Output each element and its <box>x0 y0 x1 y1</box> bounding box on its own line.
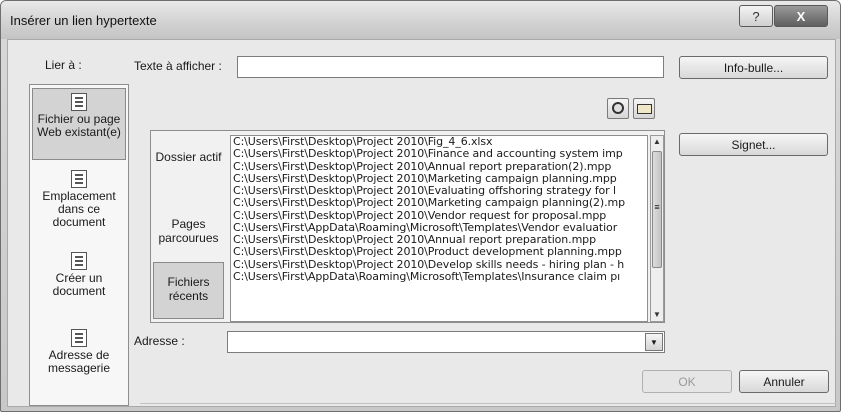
browse-web-button[interactable] <box>607 98 629 119</box>
address-label: Adresse : <box>134 334 185 348</box>
link-option-email-address[interactable]: Adresse de messagerie <box>32 327 126 377</box>
list-item[interactable]: C:\Users\First\Desktop\Project 2010\Annu… <box>231 234 647 246</box>
list-item[interactable]: C:\Users\First\Desktop\Project 2010\Prod… <box>231 246 647 258</box>
browse-file-icon <box>637 104 652 114</box>
link-option-create-document[interactable]: Créer un document <box>32 250 126 300</box>
text-to-display-label: Texte à afficher : <box>134 59 222 73</box>
scroll-up-icon[interactable]: ▲ <box>651 136 663 148</box>
screentip-button[interactable]: Info-bulle... <box>679 56 828 79</box>
list-item[interactable]: C:\Users\First\Desktop\Project 2010\Annu… <box>231 161 647 173</box>
link-to-label: Lier à : <box>45 58 82 72</box>
title-bar: Insérer un lien hypertexte ? X <box>1 1 840 39</box>
list-item[interactable]: C:\Users\First\AppData\Roaming\Microsoft… <box>231 222 647 234</box>
link-to-panel: Fichier ou page Web existant(e) Emplacem… <box>29 84 129 406</box>
help-icon: ? <box>752 8 760 24</box>
list-item[interactable]: C:\Users\First\Desktop\Project 2010\Mark… <box>231 173 647 185</box>
list-item[interactable]: C:\Users\First\Desktop\Project 2010\Mark… <box>231 197 647 209</box>
browse-file-button[interactable] <box>633 98 655 119</box>
email-address-icon <box>71 329 87 347</box>
link-option-label: Fichier ou page Web existant(e) <box>37 112 121 139</box>
list-item[interactable]: C:\Users\First\Desktop\Project 2010\Vend… <box>231 210 647 222</box>
tab-recent-files[interactable]: Fichiers récents <box>153 262 224 319</box>
list-item[interactable]: C:\Users\First\AppData\Roaming\Microsoft… <box>231 271 647 283</box>
document-place-icon <box>71 170 87 188</box>
list-item[interactable]: C:\Users\First\Desktop\Project 2010\Deve… <box>231 259 647 271</box>
list-item[interactable]: C:\Users\First\Desktop\Project 2010\Fina… <box>231 148 647 160</box>
tab-browsed-pages[interactable]: Pages parcourues <box>153 217 224 253</box>
browse-tabs: Dossier actif Pages parcourues Fichiers … <box>151 131 227 322</box>
link-option-label: Créer un document <box>52 271 106 298</box>
link-option-label: Adresse de messagerie <box>47 348 111 375</box>
address-combobox[interactable]: ▼ <box>227 331 665 353</box>
scroll-thumb[interactable]: ≡ <box>652 151 662 268</box>
link-option-existing-file[interactable]: Fichier ou page Web existant(e) <box>32 88 126 160</box>
help-button[interactable]: ? <box>739 5 773 27</box>
dialog-title: Insérer un lien hypertexte <box>10 13 157 28</box>
text-to-display-input[interactable] <box>237 56 664 78</box>
file-browser: Dossier actif Pages parcourues Fichiers … <box>150 130 665 323</box>
chevron-down-icon[interactable]: ▼ <box>645 333 663 351</box>
browse-web-icon <box>612 102 624 114</box>
new-document-icon <box>71 252 87 270</box>
list-item[interactable]: C:\Users\First\Desktop\Project 2010\Eval… <box>231 185 647 197</box>
link-option-label: Emplacement dans ce document <box>42 189 116 229</box>
file-list-scrollbar[interactable]: ▲ ≡ ▼ <box>650 135 664 322</box>
bookmark-button[interactable]: Signet... <box>679 133 828 156</box>
tab-current-folder[interactable]: Dossier actif <box>153 150 224 186</box>
ok-button[interactable]: OK <box>642 370 732 393</box>
grip-icon: ≡ <box>654 202 660 212</box>
separator <box>140 403 837 404</box>
dialog-body: Lier à : Fichier ou page Web existant(e)… <box>7 39 837 407</box>
insert-hyperlink-dialog: Insérer un lien hypertexte ? X Lier à : … <box>0 0 841 412</box>
link-option-place-in-document[interactable]: Emplacement dans ce document <box>32 168 126 229</box>
cancel-button[interactable]: Annuler <box>739 370 829 393</box>
recent-files-list: C:\Users\First\Desktop\Project 2010\Fig_… <box>230 135 648 322</box>
web-page-icon <box>71 93 87 111</box>
close-icon: X <box>796 8 806 24</box>
close-button[interactable]: X <box>774 5 828 27</box>
scroll-down-icon[interactable]: ▼ <box>651 309 663 321</box>
list-item[interactable]: C:\Users\First\Desktop\Project 2010\Fig_… <box>231 136 647 148</box>
